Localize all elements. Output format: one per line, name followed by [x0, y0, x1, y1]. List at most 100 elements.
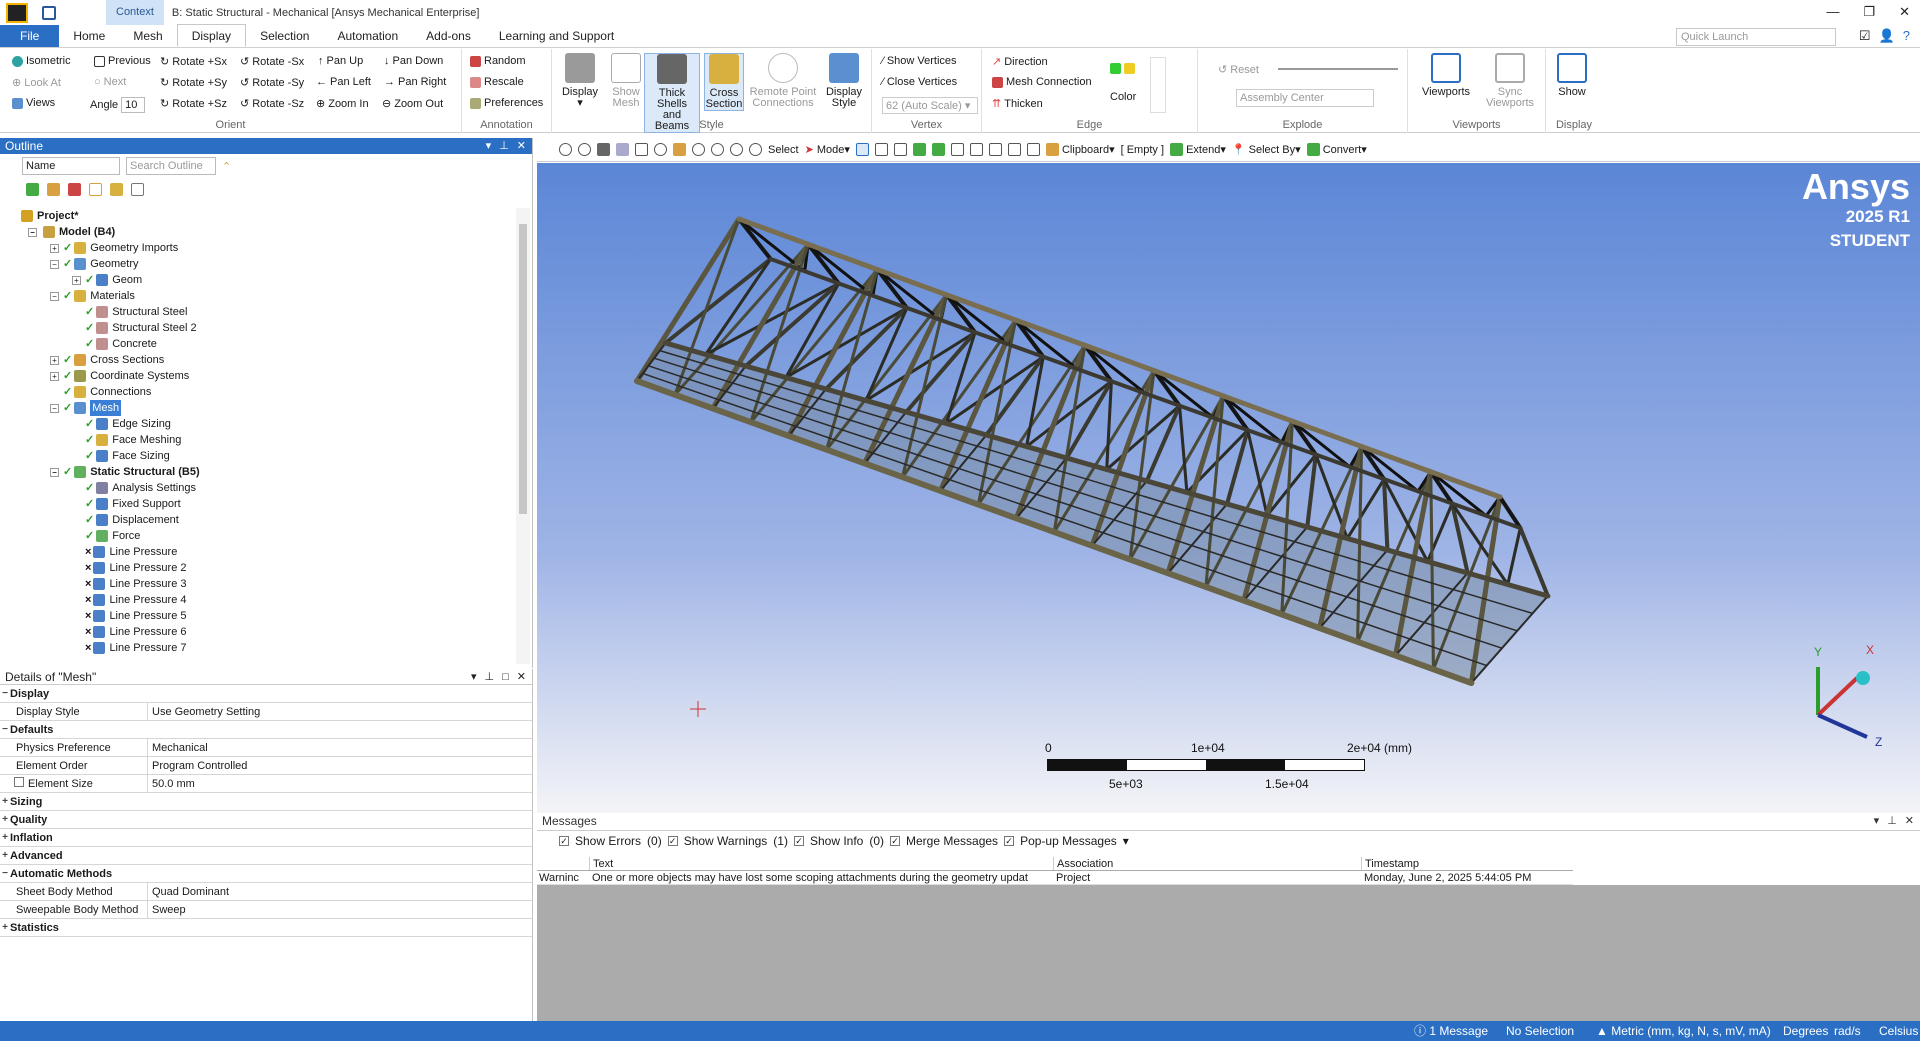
select-body-icon[interactable] [912, 143, 926, 156]
details-category[interactable]: − Automatic Methods [0, 865, 532, 883]
tree-node[interactable]: − ✓ Mesh [50, 400, 122, 416]
select-node-icon[interactable] [931, 143, 945, 156]
tree-node[interactable]: ✓ Edge Sizing [72, 416, 171, 432]
rotate-icon[interactable] [654, 143, 667, 156]
tab-automation[interactable]: Automation [323, 25, 412, 47]
pane-menu-icon[interactable]: ▾ [1874, 813, 1880, 829]
expand-icon[interactable]: + [0, 850, 10, 861]
details-property[interactable]: Sheet Body Method Quad Dominant [0, 882, 532, 901]
mesh-connection-button[interactable]: Mesh Connection [992, 76, 1092, 88]
tree-node[interactable]: ✓ Displacement [72, 512, 179, 528]
col-timestamp[interactable]: Timestamp [1361, 857, 1573, 870]
direction-button[interactable]: ↗ Direction [992, 55, 1048, 69]
chevron-up-icon[interactable]: ⌃ [222, 160, 231, 173]
tab-display[interactable]: Display [176, 24, 247, 47]
close-icon[interactable]: ✕ [1905, 813, 1914, 829]
select-box-icon[interactable] [1026, 143, 1040, 156]
expand-icon[interactable]: + [50, 371, 59, 381]
display-button[interactable]: Display ▾ [558, 53, 602, 109]
select-mesh-icon[interactable] [988, 143, 1002, 156]
expand-icon[interactable]: + [0, 832, 10, 843]
tree-node[interactable]: + ✓ Geometry Imports [50, 240, 178, 256]
close-vertices-button[interactable]: ⁄ Close Vertices [882, 76, 957, 88]
show-errors-checkbox[interactable]: ✓ [559, 836, 569, 846]
collapse-icon[interactable]: − [50, 467, 59, 477]
tree-node[interactable]: ✓ Face Meshing [72, 432, 181, 448]
previous-button[interactable]: Previous [94, 55, 151, 67]
outline-scrollbar[interactable] [516, 208, 530, 664]
save-icon[interactable] [42, 5, 56, 20]
property-value[interactable]: Use Geometry Setting [148, 706, 260, 718]
zoom-box-icon[interactable] [711, 143, 724, 156]
details-category[interactable]: − Display [0, 685, 532, 703]
tree-node[interactable]: × Line Pressure [72, 544, 177, 560]
messages-status[interactable]: ⓘ 1 Message [1414, 1021, 1488, 1041]
details-category[interactable]: + Sizing [0, 793, 532, 811]
pin-icon[interactable]: ⊥ [1887, 813, 1897, 829]
show-vertices-button[interactable]: ⁄ Show Vertices [882, 55, 957, 67]
random-button[interactable]: Random [470, 55, 526, 67]
tree-node[interactable]: × Line Pressure 2 [72, 560, 186, 576]
details-property[interactable]: Element Order Program Controlled [0, 756, 532, 775]
show-mesh-button[interactable]: Show Mesh [604, 53, 648, 109]
collapse-icon[interactable]: − [50, 291, 59, 301]
details-property[interactable]: Sweepable Body Method Sweep [0, 900, 532, 919]
tree-node[interactable]: ✓ Connections [50, 384, 151, 400]
tree-node[interactable]: Project* [6, 208, 79, 224]
units-status[interactable]: ▲ Metric (mm, kg, N, s, mV, mA) [1596, 1021, 1771, 1041]
col-association[interactable]: Association [1053, 857, 1361, 870]
col-text[interactable]: Text [589, 857, 1053, 870]
tree-node[interactable]: ✓ Fixed Support [72, 496, 181, 512]
show-warnings-checkbox[interactable]: ✓ [667, 836, 678, 846]
details-category[interactable]: + Inflation [0, 829, 532, 847]
rate-units[interactable]: rad/s [1834, 1021, 1861, 1041]
zoom-in-icon[interactable] [692, 143, 705, 156]
expand-icon[interactable]: + [50, 355, 59, 365]
thicken-button[interactable]: ⇈ Thicken [992, 97, 1043, 111]
expand-icon[interactable]: + [0, 814, 10, 825]
truss-bridge-model[interactable] [537, 163, 1920, 813]
tree-node[interactable]: ✓ Face Sizing [72, 448, 170, 464]
reset-button[interactable]: ↺ Reset [1218, 63, 1259, 77]
pan-down-button[interactable]: ↓ Pan Down [384, 55, 443, 67]
select-edge-icon[interactable] [874, 143, 888, 156]
rotate-plus-sz-button[interactable]: ↻ Rotate +Sz [160, 97, 227, 111]
user-icon[interactable]: 👤 [1879, 28, 1895, 44]
close-icon[interactable]: ✕ [517, 669, 526, 685]
pin-icon[interactable]: ⊥ [485, 669, 495, 685]
select-face-icon[interactable] [893, 143, 907, 156]
restore-button[interactable]: ❐ [1863, 4, 1875, 20]
cube-icon[interactable] [616, 143, 629, 156]
search-outline-input[interactable]: Search Outline [126, 157, 216, 175]
pan-icon[interactable] [673, 143, 686, 156]
property-value[interactable]: Mechanical [148, 742, 208, 754]
check-icon[interactable]: ☑ [1859, 28, 1871, 44]
outline-scroll-thumb[interactable] [519, 224, 527, 514]
rotate-minus-sz-button[interactable]: ↺ Rotate -Sz [240, 97, 304, 111]
refresh-icon[interactable] [26, 182, 39, 196]
viewports-button[interactable]: Viewports [1416, 53, 1476, 98]
tag-icon[interactable] [47, 182, 60, 196]
tree-node[interactable]: × Line Pressure 3 [72, 576, 186, 592]
property-value[interactable]: 50.0 mm [148, 778, 195, 790]
tab-selection[interactable]: Selection [246, 25, 323, 47]
tree-node[interactable]: × Line Pressure 7 [72, 640, 186, 656]
clipboard-button[interactable]: Clipboard▾ [1045, 143, 1115, 157]
solid-cube-icon[interactable] [597, 143, 610, 156]
tree-node[interactable]: × Line Pressure 4 [72, 592, 186, 608]
collapse-icon[interactable]: − [50, 403, 59, 413]
details-property[interactable]: Element Size 50.0 mm [0, 774, 532, 793]
show-button[interactable]: Show [1550, 53, 1594, 98]
select-element-face-icon[interactable] [969, 143, 983, 156]
tree-node[interactable]: ✓ Concrete [72, 336, 157, 352]
tree-node[interactable]: × Line Pressure 5 [72, 608, 186, 624]
mode-button[interactable]: ➤ Mode▾ [805, 143, 850, 156]
outline-filter-dropdown[interactable]: Name [22, 157, 120, 175]
rotate-plus-sy-button[interactable]: ↻ Rotate +Sy [160, 76, 227, 90]
property-value[interactable]: Quad Dominant [148, 886, 229, 898]
tree-node[interactable]: ✓ Force [72, 528, 140, 544]
tree-node[interactable]: + ✓ Cross Sections [50, 352, 164, 368]
rescale-button[interactable]: Rescale [470, 76, 524, 88]
select-pin-icon[interactable] [1007, 143, 1021, 156]
close-button[interactable]: ✕ [1899, 4, 1910, 20]
